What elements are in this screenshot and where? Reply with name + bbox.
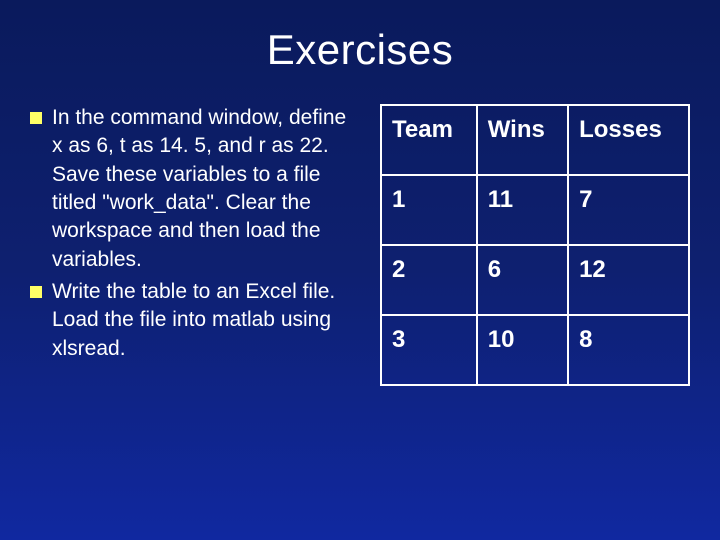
header-losses: Losses [568, 105, 689, 175]
slide-title: Exercises [0, 0, 720, 104]
cell-losses: 7 [568, 175, 689, 245]
bullet-list: In the command window, define x as 6, t … [30, 104, 360, 386]
cell-wins: 11 [477, 175, 568, 245]
data-table-container: Team Wins Losses 1 11 7 2 6 12 3 [380, 104, 690, 386]
cell-team: 3 [381, 315, 477, 385]
cell-wins: 10 [477, 315, 568, 385]
bullet-text: In the command window, define x as 6, t … [52, 104, 360, 274]
table-row: 3 10 8 [381, 315, 689, 385]
cell-wins: 6 [477, 245, 568, 315]
header-team: Team [381, 105, 477, 175]
table-row: 2 6 12 [381, 245, 689, 315]
list-item: Write the table to an Excel file. Load t… [30, 278, 360, 363]
table-header-row: Team Wins Losses [381, 105, 689, 175]
cell-losses: 8 [568, 315, 689, 385]
list-item: In the command window, define x as 6, t … [30, 104, 360, 274]
cell-losses: 12 [568, 245, 689, 315]
bullet-text: Write the table to an Excel file. Load t… [52, 278, 360, 363]
cell-team: 1 [381, 175, 477, 245]
cell-team: 2 [381, 245, 477, 315]
slide-content: In the command window, define x as 6, t … [0, 104, 720, 386]
square-bullet-icon [30, 286, 42, 298]
header-wins: Wins [477, 105, 568, 175]
table-row: 1 11 7 [381, 175, 689, 245]
square-bullet-icon [30, 112, 42, 124]
data-table: Team Wins Losses 1 11 7 2 6 12 3 [380, 104, 690, 386]
